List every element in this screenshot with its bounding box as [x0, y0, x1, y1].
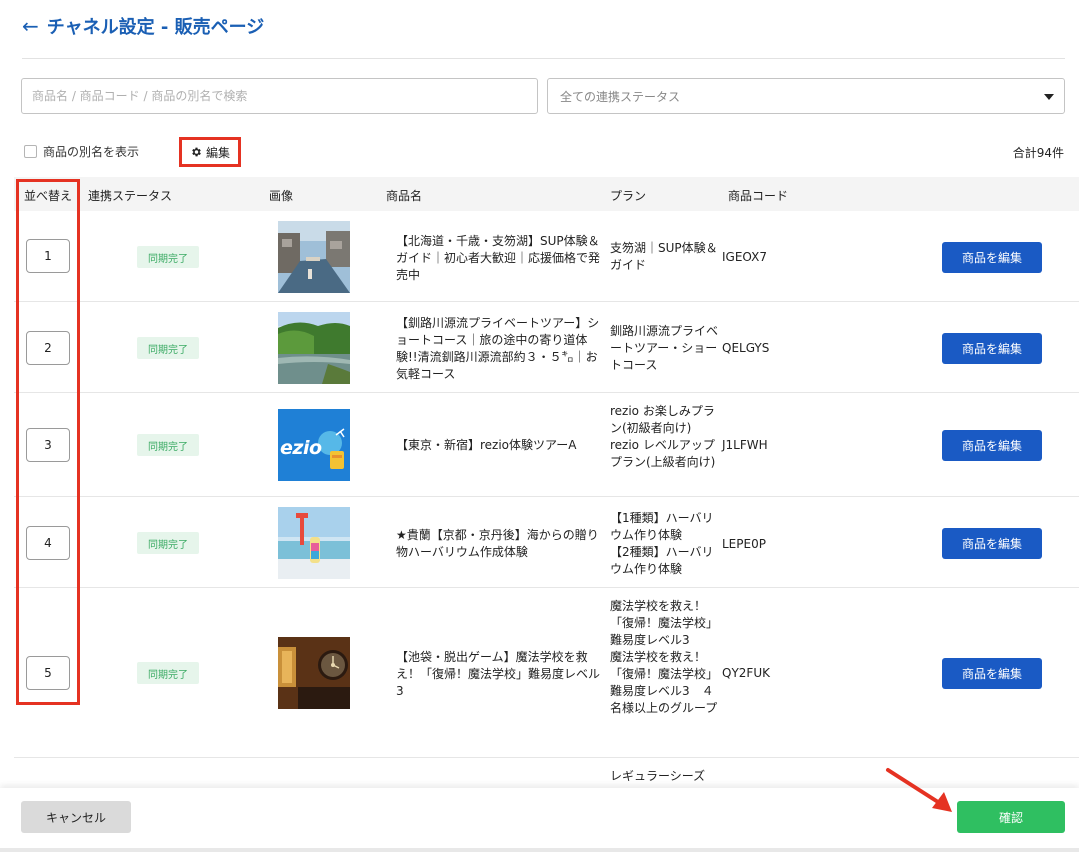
table-row: 2 同期完了 【釧路川源流プライベートツアー】ショートコース｜旅の途中の寄り道体…	[14, 302, 1079, 393]
status-badge: 同期完了	[137, 532, 199, 554]
header-divider	[22, 58, 1065, 59]
gear-icon	[190, 146, 202, 158]
sort-order-input[interactable]: 5	[26, 656, 70, 690]
table-header: 並べ替え 連携ステータス 画像 商品名 プラン 商品コード	[14, 177, 1079, 211]
sort-order-input[interactable]: 4	[26, 526, 70, 560]
status-badge: 同期完了	[137, 246, 199, 268]
plan-name: rezio お楽しみプラン(初級者向け) rezio レベルアッププラン(上級者…	[610, 404, 716, 469]
status-badge: 同期完了	[137, 337, 199, 359]
status-badge: 同期完了	[137, 662, 199, 684]
product-code: J1LFWH	[722, 438, 768, 452]
edit-settings-button[interactable]: 編集	[179, 137, 241, 167]
product-name: 【北海道・千歳・支笏湖】SUP体験＆ガイド｜初心者大歓迎｜応援価格で発売中	[396, 234, 601, 282]
column-header-name: 商品名	[386, 189, 423, 203]
page-title: チャネル設定 - 販売ページ	[46, 17, 265, 38]
plan-name: 釧路川源流プライベートツアー・ショートコース	[610, 324, 719, 372]
sort-order-input[interactable]: 1	[26, 239, 70, 273]
sort-order-input[interactable]: 3	[26, 428, 70, 462]
column-header-plan: プラン	[610, 189, 647, 203]
product-image	[278, 637, 350, 709]
edit-product-button[interactable]: 商品を編集	[942, 333, 1042, 364]
column-header-sort: 並べ替え	[24, 189, 73, 203]
page-header: ← チャネル設定 - 販売ページ	[22, 12, 264, 40]
edit-product-button[interactable]: 商品を編集	[942, 242, 1042, 273]
table-row: 4 同期完了 ★貴蘭【京都・京丹後】海からの贈り物ハーバリウム作成体験 【1種類…	[14, 497, 1079, 588]
product-code: QY2FUK	[722, 666, 770, 680]
footer-bar	[0, 788, 1079, 848]
column-header-code: 商品コード	[728, 189, 789, 203]
product-name: 【東京・新宿】rezio体験ツアーA	[396, 438, 577, 452]
total-count: 合計94件	[1012, 146, 1064, 160]
search-input[interactable]	[21, 78, 538, 114]
status-filter-select[interactable]: 全ての連携ステータス	[547, 78, 1065, 114]
edit-product-button[interactable]: 商品を編集	[942, 658, 1042, 689]
product-code: IGEOX7	[722, 250, 767, 264]
plan-name: 【1種類】ハーバリウム作り体験 【2種類】ハーバリウム作り体験	[610, 511, 714, 576]
cancel-button[interactable]: キャンセル	[21, 801, 131, 833]
product-image: ezio	[278, 409, 350, 481]
product-name: 【釧路川源流プライベートツアー】ショートコース｜旅の途中の寄り道体験!!清流釧路…	[396, 316, 600, 381]
alias-toggle-label: 商品の別名を表示	[43, 145, 140, 159]
edit-settings-label: 編集	[205, 145, 230, 160]
product-code: QELGYS	[722, 341, 770, 355]
column-header-status: 連携ステータス	[88, 189, 173, 203]
plan-name: 支笏湖｜SUP体験＆ガイド	[610, 241, 718, 272]
arrow-left-icon[interactable]: ←	[22, 16, 39, 36]
product-image	[278, 507, 350, 579]
plan-name: レギュラーシーズ	[610, 769, 706, 783]
product-code: LEPE0P	[722, 537, 766, 551]
product-image	[278, 312, 350, 384]
plan-name: 魔法学校を救え！「復帰！魔法学校」難易度レベル3 魔法学校を救え！「復帰！魔法学…	[610, 599, 719, 715]
rezio-logo-text: ezio	[280, 437, 322, 459]
confirm-button[interactable]: 確認	[957, 801, 1065, 833]
product-name: 【池袋・脱出ゲーム】魔法学校を救え！「復帰！魔法学校」難易度レベル3	[396, 650, 601, 698]
edit-product-button[interactable]: 商品を編集	[942, 430, 1042, 461]
alias-checkbox[interactable]	[24, 145, 37, 158]
product-image	[278, 221, 350, 293]
column-header-image: 画像	[269, 189, 294, 203]
sort-order-input[interactable]: 2	[26, 331, 70, 365]
product-name: ★貴蘭【京都・京丹後】海からの贈り物ハーバリウム作成体験	[396, 528, 599, 559]
status-badge: 同期完了	[137, 434, 199, 456]
caret-down-icon	[1044, 94, 1054, 100]
table-row: 3 同期完了 ezio 【東京・新宿】rezio体験ツアーA rezio お楽し…	[14, 393, 1079, 497]
edit-product-button[interactable]: 商品を編集	[942, 528, 1042, 559]
alias-toggle[interactable]: 商品の別名を表示	[24, 143, 139, 160]
table-row: 1 同期完了 【北海道・千歳・支笏湖】SUP体験＆ガイド｜初心者大歓迎｜応援価格…	[14, 211, 1079, 302]
table-row: 5 同期完了 【池袋・脱出ゲーム】魔法学校を救え！「復帰！魔法学校」難易度レベル…	[14, 588, 1079, 758]
status-filter-value: 全ての連携ステータス	[560, 89, 681, 104]
footer-bottom-border	[0, 848, 1079, 852]
